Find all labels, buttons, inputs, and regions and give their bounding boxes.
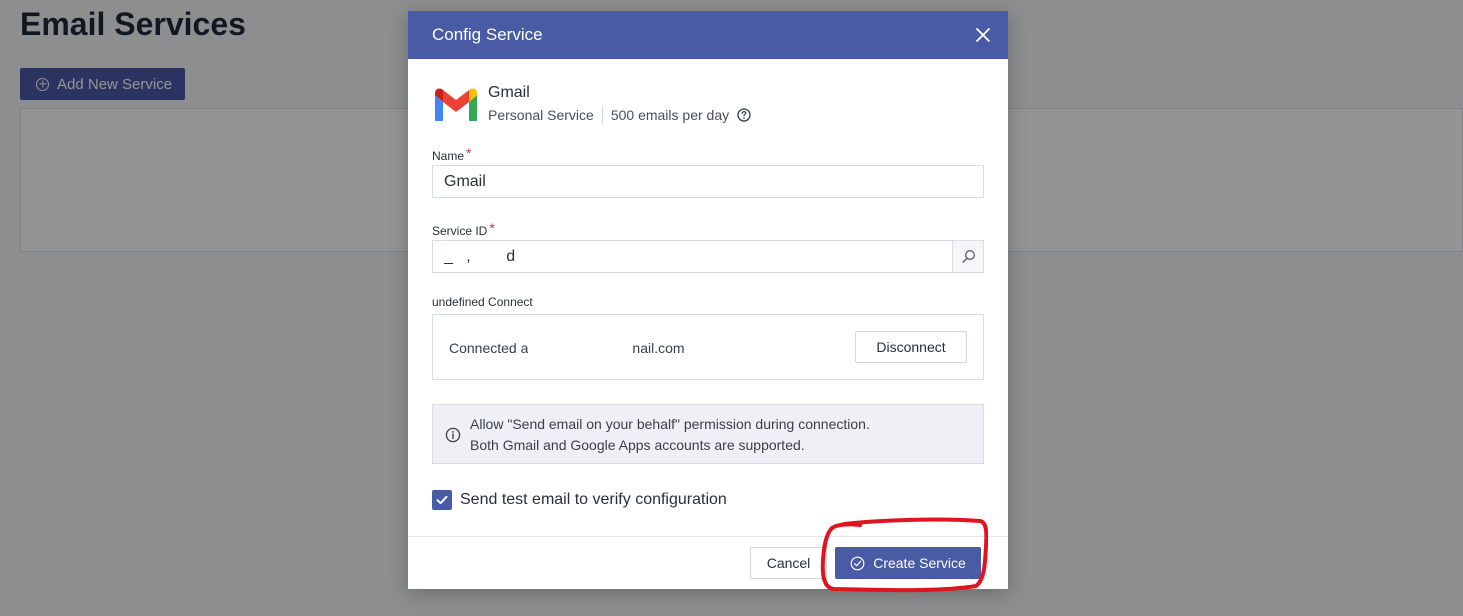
check-circle-icon bbox=[850, 556, 865, 570]
connect-panel: Connected a nail.com Disconnect bbox=[432, 314, 984, 380]
connection-status: Connected a nail.com bbox=[449, 339, 685, 356]
service-id-search-button[interactable] bbox=[952, 240, 984, 273]
info-alert: Allow "Send email on your behalf" permis… bbox=[432, 404, 984, 464]
connection-status-suffix: nail.com bbox=[632, 340, 685, 356]
modal-footer: Cancel Create Service bbox=[408, 536, 1008, 589]
close-icon[interactable] bbox=[974, 26, 992, 44]
test-email-checkbox[interactable] bbox=[432, 490, 452, 510]
cancel-button[interactable]: Cancel bbox=[750, 547, 827, 579]
info-icon bbox=[445, 427, 461, 443]
config-service-modal: Config Service Gmail Personal Service 50… bbox=[408, 11, 1008, 589]
test-email-option[interactable]: Send test email to verify configuration bbox=[432, 490, 727, 510]
service-type: Personal Service bbox=[488, 107, 594, 123]
test-email-label: Send test email to verify configuration bbox=[460, 491, 727, 508]
info-line-2: Both Gmail and Google Apps accounts are … bbox=[470, 437, 805, 453]
connect-label: undefined Connect bbox=[432, 295, 533, 309]
name-label-text: Name bbox=[432, 149, 465, 163]
checkmark-icon bbox=[436, 495, 448, 505]
info-line-1: Allow "Send email on your behalf" permis… bbox=[470, 416, 870, 432]
name-label: Name * bbox=[432, 145, 472, 163]
required-mark: * bbox=[466, 145, 472, 161]
search-icon bbox=[961, 250, 975, 263]
create-service-button[interactable]: Create Service bbox=[835, 547, 981, 579]
name-input[interactable] bbox=[432, 165, 984, 198]
required-mark: * bbox=[489, 220, 495, 236]
disconnect-button[interactable]: Disconnect bbox=[855, 331, 967, 363]
connection-status-prefix: Connected a bbox=[449, 340, 529, 356]
service-name: Gmail bbox=[488, 84, 530, 101]
service-id-input[interactable] bbox=[432, 240, 953, 273]
create-service-label: Create Service bbox=[873, 555, 966, 571]
modal-title: Config Service bbox=[432, 25, 543, 44]
service-header: Gmail Personal Service 500 emails per da… bbox=[432, 84, 751, 125]
gmail-logo-icon bbox=[435, 88, 477, 121]
divider bbox=[601, 106, 603, 124]
service-quota: 500 emails per day bbox=[610, 107, 730, 123]
modal-header: Config Service bbox=[408, 11, 1008, 59]
service-id-label: Service ID * bbox=[432, 220, 495, 238]
redacted-email bbox=[528, 339, 633, 353]
help-icon[interactable] bbox=[737, 108, 751, 122]
service-id-label-text: Service ID bbox=[432, 224, 488, 238]
